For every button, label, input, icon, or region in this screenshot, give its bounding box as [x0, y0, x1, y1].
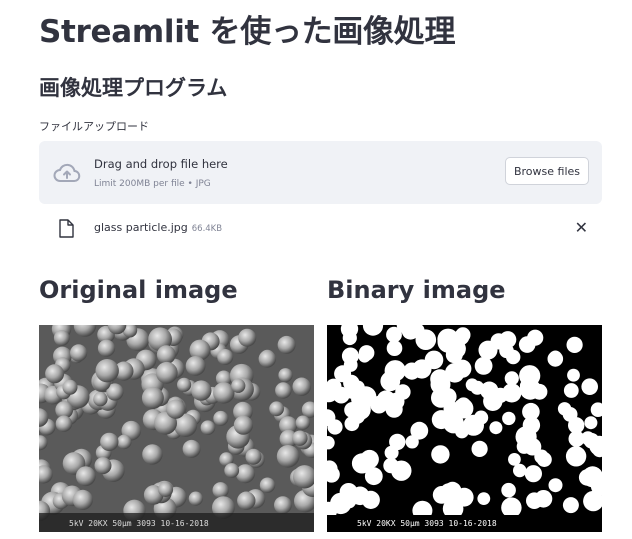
binary-image: 5kV 20KX 50µm 3093 10-16-2018 — [327, 325, 602, 532]
page-subtitle: 画像処理プログラム — [39, 76, 228, 100]
page-title: Streamlit を使った画像処理 — [39, 14, 456, 50]
svg-text:5kV 20KX 50µm 3093 10-16-2: 5kV 20KX 50µm 3093 10-16-2018 — [357, 519, 497, 528]
file-name-text: glass particle.jpg — [94, 221, 188, 234]
original-image-title: Original image — [39, 276, 238, 304]
uploader-label: ファイルアップロード — [39, 120, 149, 133]
uploaded-file-row: glass particle.jpg 66.4KB ✕ — [39, 212, 602, 244]
file-icon — [59, 219, 74, 238]
dropzone-limit: Limit 200MB per file • JPG — [94, 179, 211, 189]
file-dropzone[interactable]: Drag and drop file here Limit 200MB per … — [39, 141, 602, 204]
dropzone-instructions: Drag and drop file here — [94, 157, 228, 171]
file-size: 66.4KB — [191, 224, 223, 234]
svg-text:5kV 20KX 50µm 3093 10-16-2: 5kV 20KX 50µm 3093 10-16-2018 — [69, 519, 209, 528]
uploaded-file-name: glass particle.jpg 66.4KB — [94, 221, 222, 234]
original-image: 5kV 20KX 50µm 3093 10-16-2018 — [39, 325, 314, 532]
close-icon[interactable]: ✕ — [575, 218, 588, 237]
binary-image-title: Binary image — [327, 276, 506, 304]
cloud-upload-icon — [53, 163, 81, 182]
browse-files-button[interactable]: Browse files — [505, 157, 589, 185]
